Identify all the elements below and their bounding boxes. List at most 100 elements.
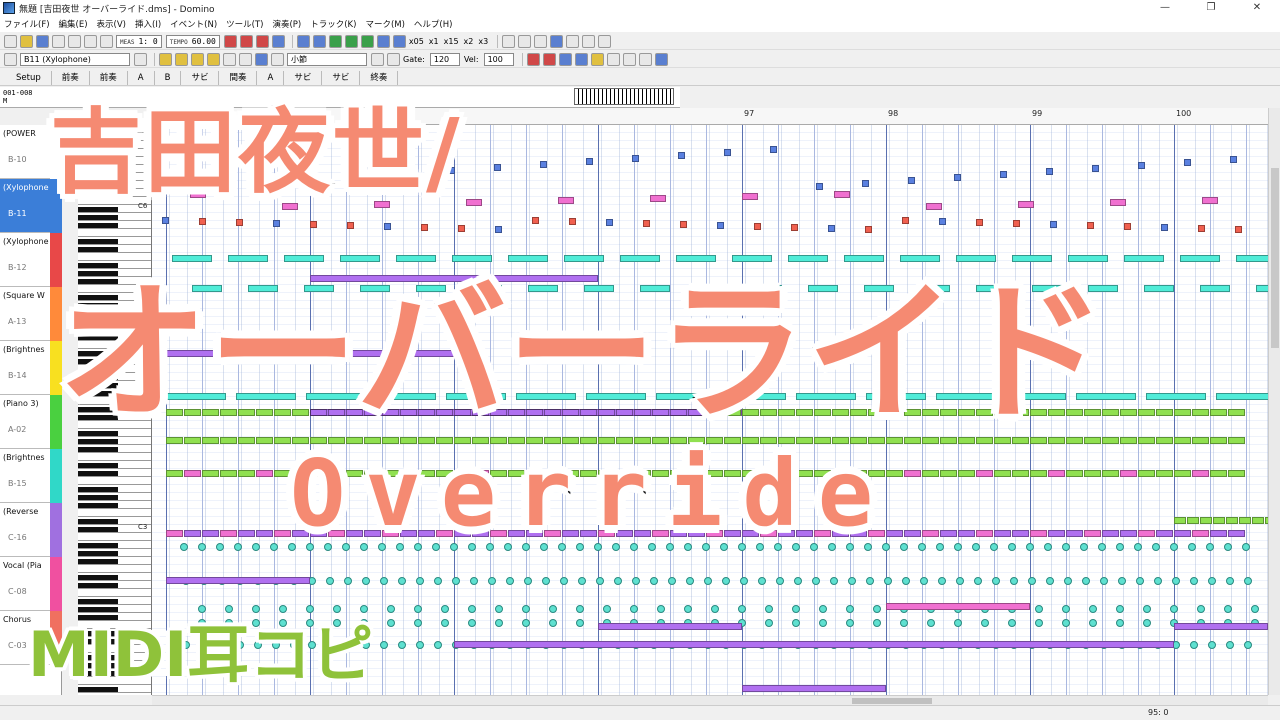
midi-note[interactable] bbox=[1216, 393, 1268, 400]
track-select[interactable]: B11 (Xylophone) bbox=[20, 52, 130, 66]
drum-hit[interactable] bbox=[686, 577, 694, 585]
midi-note[interactable] bbox=[238, 470, 255, 477]
drum-hit[interactable] bbox=[684, 605, 692, 613]
drum-hit[interactable] bbox=[1226, 641, 1234, 649]
vertical-scrollbar[interactable] bbox=[1268, 108, 1280, 695]
midi-note[interactable] bbox=[922, 530, 939, 537]
menu-insert[interactable]: 挿入(I) bbox=[135, 18, 161, 30]
midi-note[interactable] bbox=[1120, 437, 1137, 444]
midi-note[interactable] bbox=[1192, 470, 1209, 477]
midi-note[interactable] bbox=[1174, 437, 1191, 444]
midi-note[interactable] bbox=[954, 174, 961, 181]
midi-note[interactable] bbox=[1174, 530, 1191, 537]
drum-hit[interactable] bbox=[1026, 543, 1034, 551]
list-view-icon[interactable] bbox=[502, 34, 516, 48]
midi-note[interactable] bbox=[1156, 409, 1173, 416]
drum-hit[interactable] bbox=[920, 577, 928, 585]
drum-hit[interactable] bbox=[1116, 619, 1124, 627]
drum-hit[interactable] bbox=[657, 605, 665, 613]
black-key[interactable] bbox=[78, 583, 118, 588]
drum-hit[interactable] bbox=[1170, 543, 1178, 551]
black-key[interactable] bbox=[78, 487, 118, 492]
drum-hit[interactable] bbox=[434, 577, 442, 585]
midi-note[interactable] bbox=[976, 219, 983, 226]
select-tool-icon[interactable] bbox=[207, 52, 220, 66]
midi-note[interactable] bbox=[1156, 470, 1173, 477]
drum-hit[interactable] bbox=[812, 577, 820, 585]
drum-hit[interactable] bbox=[819, 605, 827, 613]
drum-hit[interactable] bbox=[326, 577, 334, 585]
black-key[interactable] bbox=[78, 551, 118, 556]
midi-note[interactable] bbox=[540, 161, 547, 168]
drum-hit[interactable] bbox=[576, 619, 584, 627]
midi-note[interactable] bbox=[274, 470, 291, 477]
piano-roll-icon[interactable] bbox=[550, 34, 564, 48]
black-key[interactable] bbox=[78, 543, 118, 548]
maximize-button[interactable]: ❐ bbox=[1188, 0, 1234, 16]
drum-hit[interactable] bbox=[414, 605, 422, 613]
midi-note[interactable] bbox=[558, 197, 574, 204]
speed-x1[interactable]: x1 bbox=[429, 37, 439, 46]
drum-hit[interactable] bbox=[819, 619, 827, 627]
new-file-icon[interactable] bbox=[4, 34, 17, 48]
drum-hit[interactable] bbox=[873, 605, 881, 613]
menu-play[interactable]: 演奏(P) bbox=[272, 18, 301, 30]
midi-note[interactable] bbox=[834, 191, 850, 198]
drum-hit[interactable] bbox=[416, 577, 424, 585]
drum-hit[interactable] bbox=[1244, 641, 1252, 649]
midi-note[interactable] bbox=[166, 470, 183, 477]
midi-note[interactable] bbox=[1012, 530, 1029, 537]
drum-hit[interactable] bbox=[468, 605, 476, 613]
midi-note[interactable] bbox=[940, 470, 957, 477]
midi-note[interactable] bbox=[1228, 437, 1245, 444]
menu-event[interactable]: イベント(N) bbox=[170, 18, 217, 30]
drum-hit[interactable] bbox=[1154, 577, 1162, 585]
print-icon[interactable] bbox=[52, 34, 65, 48]
midi-note[interactable] bbox=[238, 530, 255, 537]
drum-hit[interactable] bbox=[522, 605, 530, 613]
midi-note[interactable] bbox=[569, 218, 576, 225]
drum-hit[interactable] bbox=[1152, 543, 1160, 551]
drum-hit[interactable] bbox=[918, 543, 926, 551]
midi-note[interactable] bbox=[256, 470, 273, 477]
drum-hit[interactable] bbox=[441, 605, 449, 613]
midi-note[interactable] bbox=[1102, 470, 1119, 477]
drum-hit[interactable] bbox=[711, 605, 719, 613]
track-item[interactable]: (Piano 3) A-02 bbox=[0, 395, 62, 449]
midi-note[interactable] bbox=[1210, 437, 1227, 444]
midi-note[interactable] bbox=[1198, 225, 1205, 232]
midi-note[interactable] bbox=[1156, 437, 1173, 444]
loop-icon[interactable] bbox=[271, 34, 285, 48]
midi-note[interactable] bbox=[1102, 530, 1119, 537]
drum-hit[interactable] bbox=[1035, 605, 1043, 613]
black-key[interactable] bbox=[78, 463, 118, 468]
midi-note[interactable] bbox=[256, 530, 273, 537]
drum-hit[interactable] bbox=[1116, 605, 1124, 613]
midi-note[interactable] bbox=[1066, 470, 1083, 477]
midi-note[interactable] bbox=[162, 217, 169, 224]
drum-hit[interactable] bbox=[1100, 577, 1108, 585]
play-icon[interactable] bbox=[344, 34, 358, 48]
midi-note[interactable] bbox=[742, 685, 886, 692]
drum-hit[interactable] bbox=[1206, 543, 1214, 551]
midi-note[interactable] bbox=[1084, 470, 1101, 477]
midi-note[interactable] bbox=[1120, 470, 1137, 477]
drum-hit[interactable] bbox=[740, 577, 748, 585]
midi-note[interactable] bbox=[1120, 530, 1137, 537]
drum-hit[interactable] bbox=[1035, 619, 1043, 627]
midi-note[interactable] bbox=[1144, 285, 1174, 292]
midi-note[interactable] bbox=[1000, 171, 1007, 178]
midi-note[interactable] bbox=[1192, 530, 1209, 537]
realtime-record-icon[interactable] bbox=[255, 34, 269, 48]
record-icon[interactable] bbox=[223, 34, 237, 48]
midi-note[interactable] bbox=[1030, 530, 1047, 537]
step-record-icon[interactable] bbox=[239, 34, 253, 48]
drum-hit[interactable] bbox=[954, 619, 962, 627]
drum-hit[interactable] bbox=[758, 577, 766, 585]
midi-note[interactable] bbox=[466, 199, 482, 206]
drum-hit[interactable] bbox=[495, 605, 503, 613]
midi-note[interactable] bbox=[347, 222, 354, 229]
speed-x05[interactable]: x05 bbox=[409, 37, 424, 46]
midi-note[interactable] bbox=[1146, 393, 1206, 400]
midi-note[interactable] bbox=[680, 221, 687, 228]
